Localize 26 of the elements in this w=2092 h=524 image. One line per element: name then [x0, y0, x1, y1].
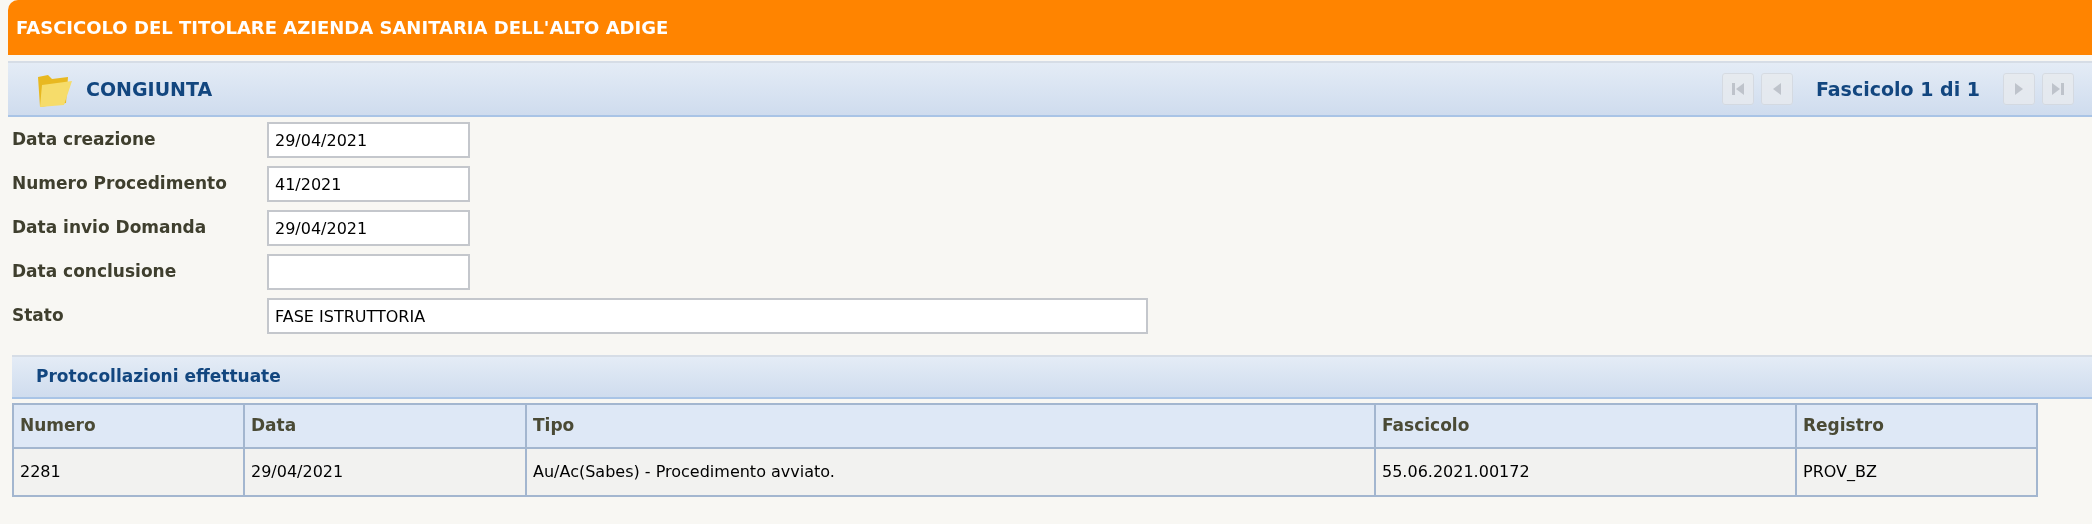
- text-field[interactable]: 41/2021: [267, 166, 470, 202]
- section-title: Protocollazioni effettuate: [36, 365, 281, 389]
- column-header: Fascicolo: [1375, 404, 1796, 448]
- pager-label: Fascicolo 1 di 1: [1815, 76, 1980, 102]
- column-header: Numero: [13, 404, 244, 448]
- table-cell: PROV_BZ: [1796, 448, 2037, 496]
- table-cell: 55.06.2021.00172: [1375, 448, 1796, 496]
- field-label: Data invio Domanda: [12, 216, 208, 240]
- text-field[interactable]: 29/04/2021: [267, 210, 470, 246]
- column-header: Data: [244, 404, 526, 448]
- text-field[interactable]: [267, 254, 470, 290]
- text-field[interactable]: 29/04/2021: [267, 122, 470, 158]
- record-title: CONGIUNTA: [86, 76, 213, 102]
- last-page-icon: [2050, 81, 2066, 97]
- column-header: Tipo: [526, 404, 1375, 448]
- table-cell: 2281: [13, 448, 244, 496]
- column-header: Registro: [1796, 404, 2037, 448]
- page-title: FASCICOLO DEL TITOLARE AZIENDA SANITARIA DELL'ALTO ADIGE: [16, 16, 669, 40]
- field-label: Numero Procedimento: [12, 172, 228, 196]
- text-field[interactable]: FASE ISTRUTTORIA: [267, 298, 1148, 334]
- field-label: Data conclusione: [12, 260, 178, 284]
- field-label: Data creazione: [12, 128, 157, 152]
- field-label: Stato: [12, 304, 65, 328]
- table-cell: Au/Ac(Sabes) - Procedimento avviato.: [526, 448, 1375, 496]
- table-cell: 29/04/2021: [244, 448, 526, 496]
- first-page-icon: [1729, 81, 1746, 97]
